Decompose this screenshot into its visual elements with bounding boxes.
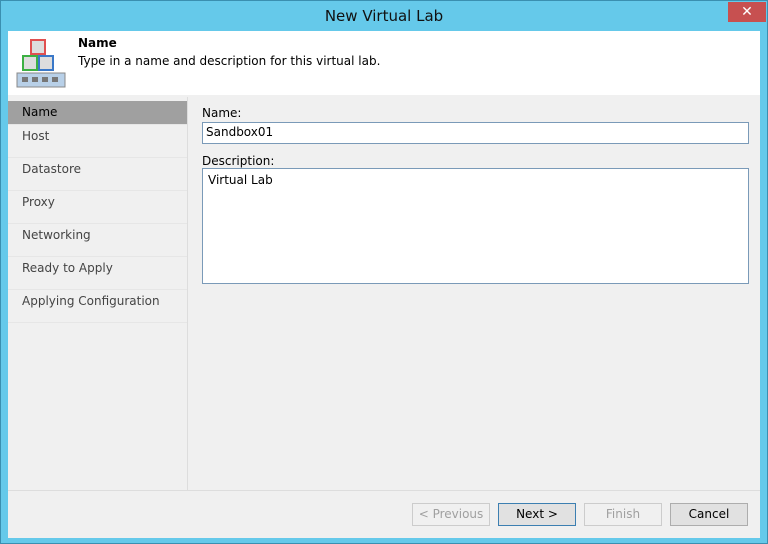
cancel-button[interactable]: Cancel xyxy=(670,503,748,526)
description-label: Description: xyxy=(202,154,275,168)
name-input[interactable]: Sandbox01 xyxy=(202,122,749,144)
step-networking[interactable]: Networking xyxy=(8,224,187,257)
name-label: Name: xyxy=(202,106,242,120)
step-name[interactable]: Name xyxy=(8,101,187,125)
finish-button[interactable]: Finish xyxy=(584,503,662,526)
window-title: New Virtual Lab xyxy=(324,7,444,25)
steps-sidebar: Name Host Datastore Proxy Networking Rea… xyxy=(8,97,188,490)
step-applying-configuration[interactable]: Applying Configuration xyxy=(8,290,187,323)
step-ready-to-apply[interactable]: Ready to Apply xyxy=(8,257,187,290)
step-datastore[interactable]: Datastore xyxy=(8,158,187,191)
wizard-footer: < Previous Next > Finish Cancel xyxy=(8,490,760,538)
wizard-header: Name Type in a name and description for … xyxy=(8,31,760,95)
close-button[interactable]: ✕ xyxy=(728,2,766,22)
step-proxy[interactable]: Proxy xyxy=(8,191,187,224)
next-button[interactable]: Next > xyxy=(498,503,576,526)
step-title: Name xyxy=(78,36,117,50)
description-input[interactable]: Virtual Lab xyxy=(202,168,749,284)
step-host[interactable]: Host xyxy=(8,125,187,158)
virtual-lab-icon xyxy=(16,39,66,88)
step-description: Type in a name and description for this … xyxy=(78,54,381,68)
previous-button[interactable]: < Previous xyxy=(412,503,490,526)
wizard-body: Name Type in a name and description for … xyxy=(8,31,760,538)
